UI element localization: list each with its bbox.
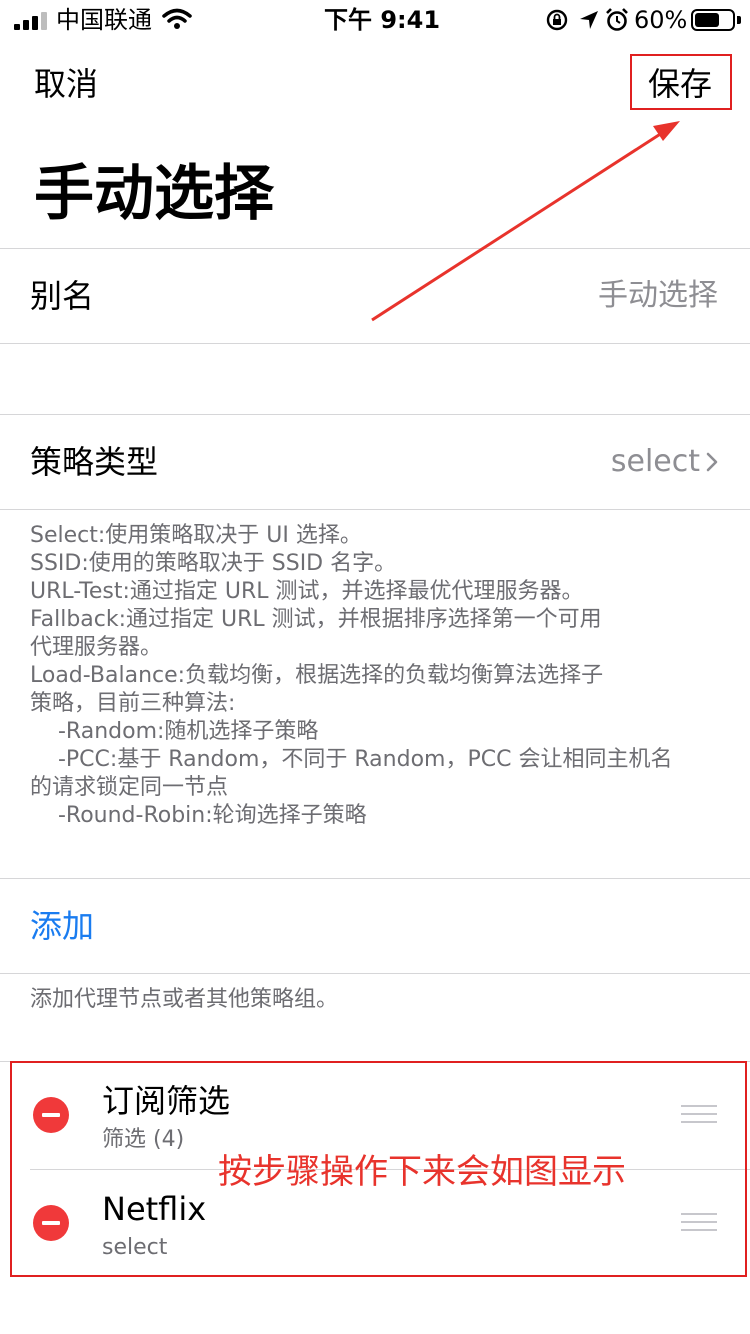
signal-icon: [14, 12, 50, 30]
carrier-label: 中国联通: [56, 6, 152, 34]
policy-type-value: select: [610, 444, 700, 479]
alias-label: 别名: [30, 277, 95, 315]
alias-value[interactable]: 手动选择: [598, 274, 718, 318]
description-line: -Round-Robin:轮询选择子策略: [30, 803, 367, 828]
add-button[interactable]: 添加: [30, 904, 94, 948]
battery-percentage: 60%: [634, 6, 688, 34]
description-line: -Random:随机选择子策略: [30, 719, 319, 744]
description-line: -PCC:基于 Random，不同于 Random，PCC 会让相同主机名: [30, 747, 673, 772]
description-line: 策略，目前三种算法:: [30, 691, 236, 716]
status-time: 下午 9:41: [324, 6, 441, 34]
orientation-lock-icon: [546, 9, 568, 31]
add-note: 添加代理节点或者其他策略组。: [30, 987, 339, 1012]
page-title: 手动选择: [34, 159, 274, 229]
annotation-text: 按步骤操作下来会如图显示: [218, 1152, 626, 1192]
description-line: SSID:使用的策略取决于 SSID 名字。: [30, 551, 397, 576]
save-highlight-box: [630, 54, 732, 110]
description-line: Fallback:通过指定 URL 测试，并根据排序选择第一个可用: [30, 607, 602, 632]
policy-description: Select:使用策略取决于 UI 选择。 SSID:使用的策略取决于 SSID…: [30, 522, 730, 830]
policy-type-label: 策略类型: [30, 443, 159, 481]
description-line: Select:使用策略取决于 UI 选择。: [30, 523, 362, 548]
description-line: 代理服务器。: [30, 635, 163, 660]
cancel-button[interactable]: 取消: [34, 62, 98, 106]
chevron-right-icon: [706, 452, 718, 472]
alarm-icon: [606, 8, 628, 31]
description-line: 的请求锁定同一节点: [30, 775, 229, 800]
description-line: Load-Balance:负载均衡，根据选择的负载均衡算法选择子: [30, 663, 604, 688]
description-line: URL-Test:通过指定 URL 测试，并选择最优代理服务器。: [30, 579, 584, 604]
battery-icon: [691, 9, 735, 31]
location-icon: [580, 11, 598, 29]
wifi-icon: [162, 8, 192, 29]
status-bar: 中国联通 下午 9:41 60%: [0, 0, 750, 40]
